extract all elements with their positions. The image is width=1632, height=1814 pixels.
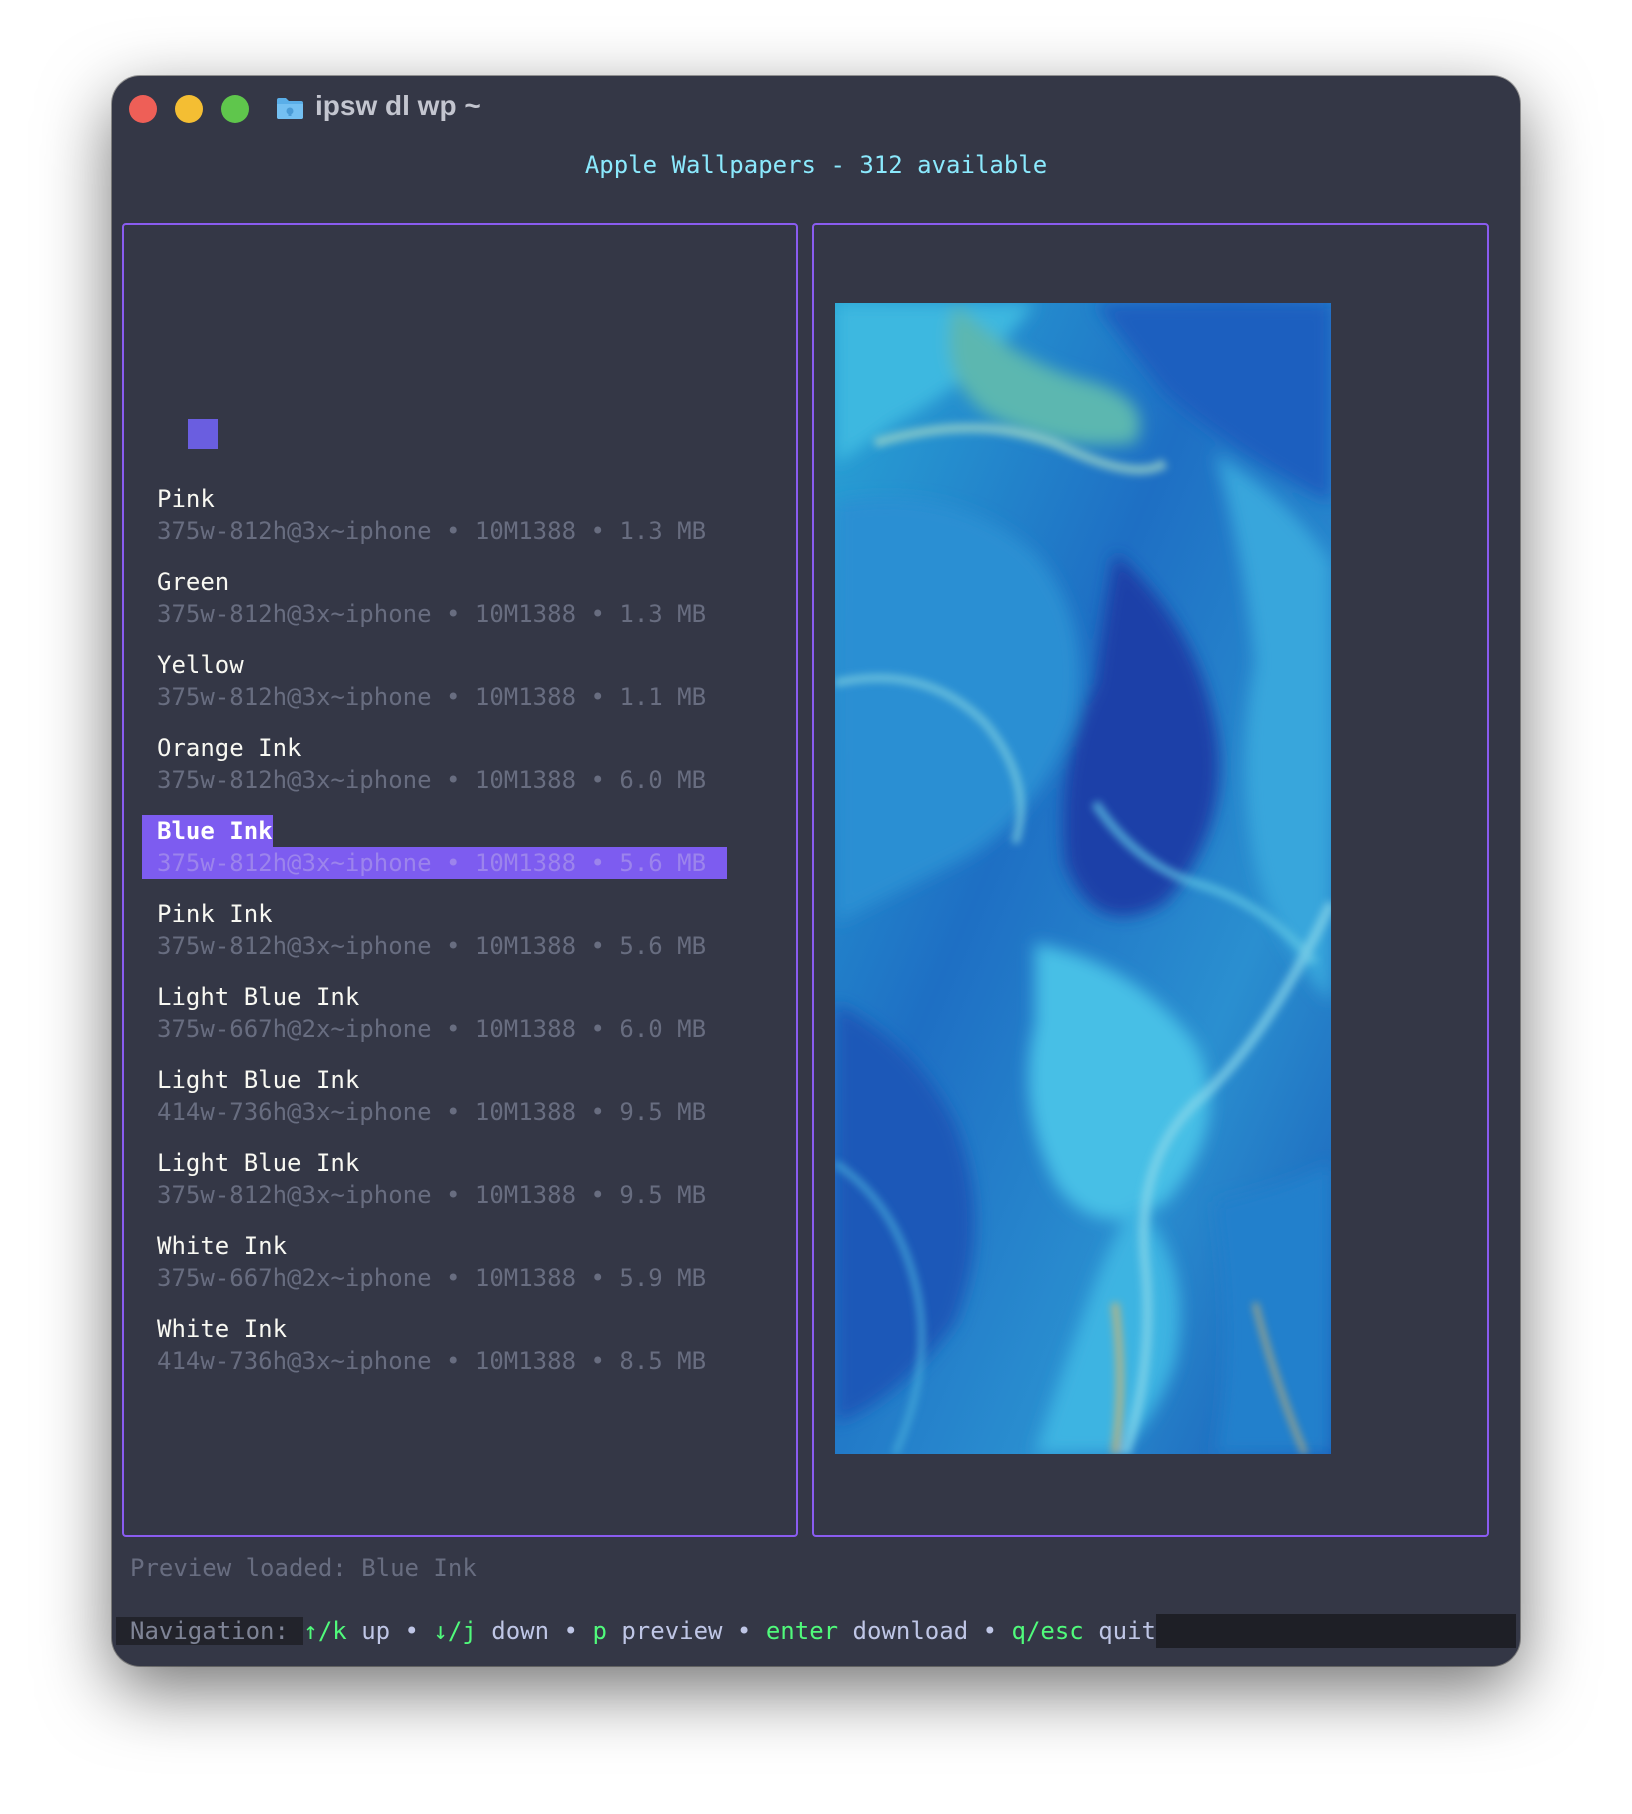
wallpaper-meta: 375w-667h@2x~iphone • 10M1388 • 5.9 MB	[157, 1264, 707, 1292]
navigation-help: Navigation: ↑/k up • ↓/j down • p previe…	[116, 1614, 1156, 1648]
wallpaper-meta: 375w-812h@3x~iphone • 10M1388 • 1.3 MB	[157, 600, 707, 628]
nav-preview-key: p	[592, 1617, 607, 1645]
folder-icon	[277, 98, 303, 119]
zoom-button[interactable]	[221, 95, 249, 123]
minimize-button[interactable]	[175, 95, 203, 123]
list-item-selected[interactable]: Blue Ink 375w-812h@3x~iphone • 10M1388 • …	[142, 815, 757, 879]
wallpaper-meta: 375w-812h@3x~iphone • 10M1388 • 5.6 MB	[142, 847, 727, 879]
list-cursor	[188, 419, 218, 449]
nav-separator: •	[390, 1617, 434, 1645]
nav-quit-action: quit	[1083, 1617, 1156, 1645]
wallpaper-name: Light Blue Ink	[157, 1149, 360, 1177]
close-button[interactable]	[129, 95, 157, 123]
list-item[interactable]: Green 375w-812h@3x~iphone • 10M1388 • 1.3…	[157, 566, 757, 630]
wallpaper-meta: 375w-667h@2x~iphone • 10M1388 • 6.0 MB	[157, 1015, 707, 1043]
nav-separator: •	[722, 1617, 766, 1645]
nav-down-key: ↓/j	[433, 1617, 477, 1645]
list-item[interactable]: Yellow 375w-812h@3x~iphone • 10M1388 • 1.…	[157, 649, 757, 713]
page-title: Apple Wallpapers - 312 available	[584, 151, 1048, 179]
wallpaper-name: Light Blue Ink	[157, 1066, 360, 1094]
wallpaper-preview-image	[835, 303, 1331, 1454]
wallpaper-meta: 375w-812h@3x~iphone • 10M1388 • 1.1 MB	[157, 683, 707, 711]
nav-download-action: download	[838, 1617, 969, 1645]
title-bar: ipsw dl wp ~	[112, 76, 1520, 156]
list-item[interactable]: White Ink 375w-667h@2x~iphone • 10M1388 •…	[157, 1230, 757, 1294]
wallpaper-name: Pink	[157, 485, 215, 513]
wallpaper-name: White Ink	[157, 1232, 288, 1260]
list-item[interactable]: Orange Ink 375w-812h@3x~iphone • 10M1388 …	[157, 732, 757, 796]
wallpaper-list-panel: Pink 375w-812h@3x~iphone • 10M1388 • 1.3 …	[122, 223, 798, 1537]
list-item[interactable]: White Ink 414w-736h@3x~iphone • 10M1388 •…	[157, 1313, 757, 1377]
list-item[interactable]: Light Blue Ink 375w-812h@3x~iphone • 10M1…	[157, 1147, 757, 1211]
wallpaper-meta: 375w-812h@3x~iphone • 10M1388 • 6.0 MB	[157, 766, 707, 794]
wallpaper-name: Pink Ink	[157, 900, 273, 928]
nav-up-key: ↑/k	[303, 1617, 347, 1645]
nav-up-action: up	[346, 1617, 391, 1645]
list-item[interactable]: Light Blue Ink 414w-736h@3x~iphone • 10M1…	[157, 1064, 757, 1128]
list-item[interactable]: Pink Ink 375w-812h@3x~iphone • 10M1388 • …	[157, 898, 757, 962]
nav-quit-key: q/esc	[1011, 1617, 1084, 1645]
nav-down-action: down	[476, 1617, 550, 1645]
nav-preview-action: preview	[606, 1617, 723, 1645]
status-line: Preview loaded: Blue Ink	[130, 1554, 477, 1582]
wallpaper-name: Blue Ink	[142, 815, 273, 847]
wallpaper-meta: 375w-812h@3x~iphone • 10M1388 • 1.3 MB	[157, 517, 707, 545]
nav-enter-key: enter	[765, 1617, 839, 1645]
nav-separator: •	[549, 1617, 593, 1645]
wallpaper-name: Green	[157, 568, 230, 596]
window-title: ipsw dl wp ~	[315, 90, 481, 121]
wallpaper-name: Yellow	[157, 651, 244, 679]
terminal-window: ipsw dl wp ~ Apple Wallpapers - 312 avai…	[112, 76, 1520, 1666]
wallpaper-name: White Ink	[157, 1315, 288, 1343]
nav-separator: •	[968, 1617, 1012, 1645]
wallpaper-name: Orange Ink	[157, 734, 302, 762]
wallpaper-meta: 414w-736h@3x~iphone • 10M1388 • 8.5 MB	[157, 1347, 707, 1375]
wallpaper-meta: 375w-812h@3x~iphone • 10M1388 • 9.5 MB	[157, 1181, 707, 1209]
list-item[interactable]: Light Blue Ink 375w-667h@2x~iphone • 10M1…	[157, 981, 757, 1045]
wallpaper-meta: 375w-812h@3x~iphone • 10M1388 • 5.6 MB	[157, 932, 707, 960]
wallpaper-name: Light Blue Ink	[157, 983, 360, 1011]
wallpaper-meta: 414w-736h@3x~iphone • 10M1388 • 9.5 MB	[157, 1098, 707, 1126]
nav-label: Navigation:	[116, 1617, 304, 1645]
list-item[interactable]: Pink 375w-812h@3x~iphone • 10M1388 • 1.3 …	[157, 483, 757, 547]
